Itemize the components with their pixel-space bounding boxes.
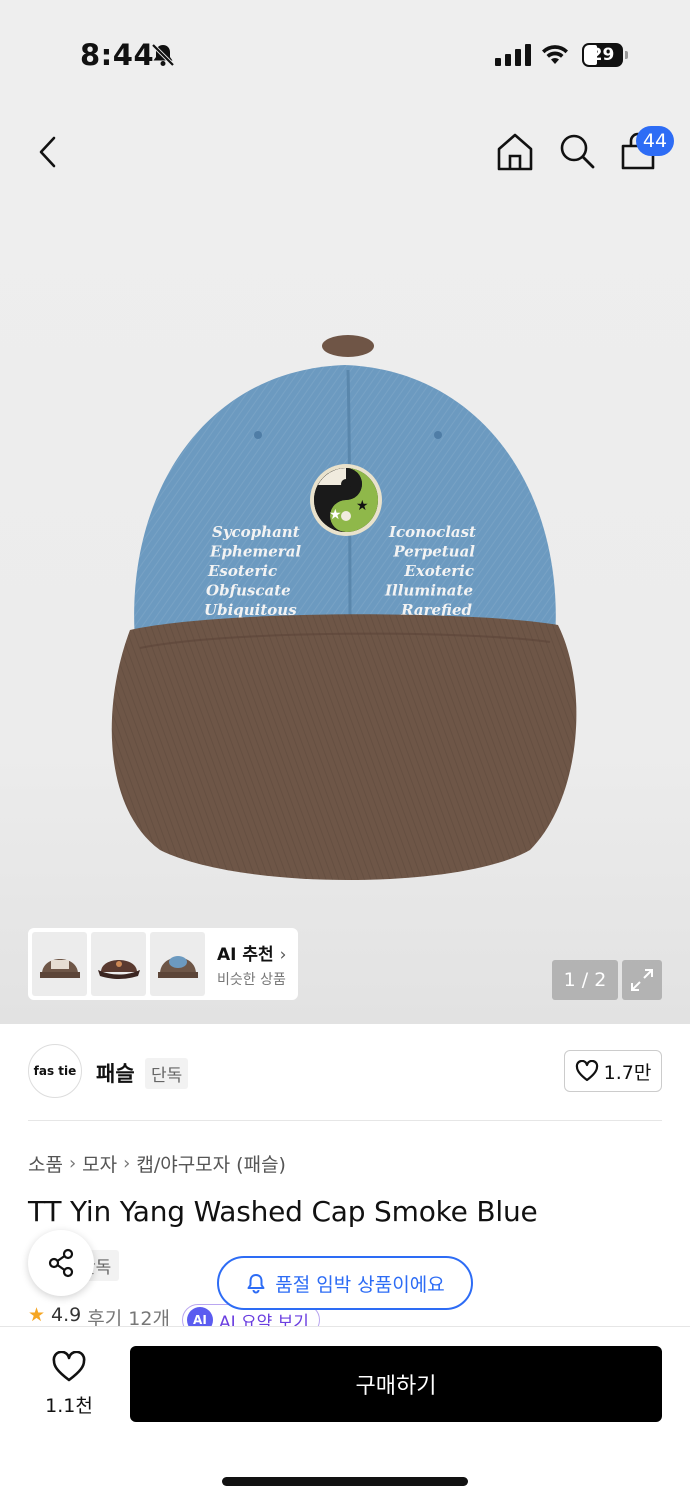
rating-value: 4.9 [51,1304,82,1326]
thumbnail-3[interactable] [150,932,205,996]
cart-count-badge: 44 [636,126,674,156]
bottom-action-bar: 1.1천 구매하기 [0,1326,690,1500]
ai-summary-label: AI 요약 보기 [218,1312,309,1327]
chevron-right-icon: › [123,1153,131,1174]
cap-word-right: Iconoclast [388,523,476,541]
breadcrumb: 소품 › 모자 › 캡/야구모자 (패슬) [28,1150,286,1177]
star-icon: ★ [28,1304,46,1326]
breadcrumb-item[interactable]: 모자 [82,1150,117,1177]
cap-word-left: Ephemeral [209,543,301,561]
ai-badge: AI [186,1307,213,1326]
cap-word-left: Obfuscate [206,582,291,600]
chevron-right-icon: › [279,944,287,965]
ai-recommendation-link[interactable]: AI 추천 › 비슷한 상품 [217,940,286,989]
cap-word-left: Sycophant [212,523,300,541]
brand-exclusive-tag: 단독 [145,1058,189,1089]
similar-products-strip[interactable]: AI 추천 › 비슷한 상품 [28,928,298,1000]
battery-icon: 29 [582,43,628,67]
thumbnail-cap-icon [97,960,140,979]
product-image: ★ ★ SycophantEphemeralEsotericObfuscateU… [111,335,577,880]
chevron-right-icon: › [68,1153,77,1174]
brand-logo[interactable]: fas tie [28,1044,82,1098]
cap-word-right: Perpetual [392,543,475,561]
product-gallery[interactable]: 44 ★ ★ Sycophant Ephemeral Esoteric Obfu… [0,110,690,1024]
svg-text:★: ★ [356,498,369,514]
thumbnail-cap-icon [39,959,80,978]
review-count[interactable]: 후기 12개 [87,1304,170,1326]
share-button[interactable] [28,1230,94,1296]
cap-word-right: Exoteric [403,562,474,580]
wishlist-button[interactable]: 1.1천 [40,1350,98,1418]
thumbnail-cap-icon [157,956,198,978]
heart-icon [575,1060,598,1082]
wifi-icon [542,45,568,64]
home-icon[interactable] [496,132,534,172]
cap-word-left: Esoteric [207,562,277,580]
back-icon[interactable] [36,134,62,170]
brand-name[interactable]: 패슬 [96,1058,135,1088]
image-pager: 1 / 2 [552,960,618,1000]
ai-rec-subtitle: 비슷한 상품 [217,971,286,988]
thumbnail-1[interactable] [32,932,87,996]
thumbnail-2[interactable] [91,932,146,996]
battery-level: 29 [590,45,615,65]
low-stock-notice[interactable]: 품절 임박 상품이에요 [217,1256,473,1310]
brand-row: fas tie 패슬 단독 1.7만 [28,1044,662,1100]
brand-like-button[interactable]: 1.7만 [564,1050,662,1092]
status-bar: 8:44 29 [0,0,690,110]
wishlist-count: 1.1천 [45,1395,93,1417]
divider [28,1120,662,1121]
share-icon [48,1248,74,1278]
status-time: 8:44 [80,38,155,72]
bell-slash-icon [151,43,175,67]
home-indicator [222,1477,468,1486]
low-stock-label: 품절 임박 상품이에요 [275,1273,445,1296]
cap-word-right: Illuminate [384,582,473,600]
svg-text:★: ★ [329,507,342,523]
search-icon[interactable] [558,132,596,172]
signal-icon [495,44,531,66]
bell-icon [247,1274,265,1294]
breadcrumb-item[interactable]: 소품 [28,1150,63,1177]
heart-icon [52,1350,86,1382]
brand-like-count: 1.7만 [603,1061,652,1084]
expand-icon[interactable] [622,960,662,1000]
breadcrumb-item[interactable]: 캡/야구모자 (패슬) [136,1150,286,1177]
product-title: TT Yin Yang Washed Cap Smoke Blue [28,1195,538,1228]
buy-button[interactable]: 구매하기 [130,1346,662,1422]
ai-rec-title: AI 추천 [217,944,274,965]
